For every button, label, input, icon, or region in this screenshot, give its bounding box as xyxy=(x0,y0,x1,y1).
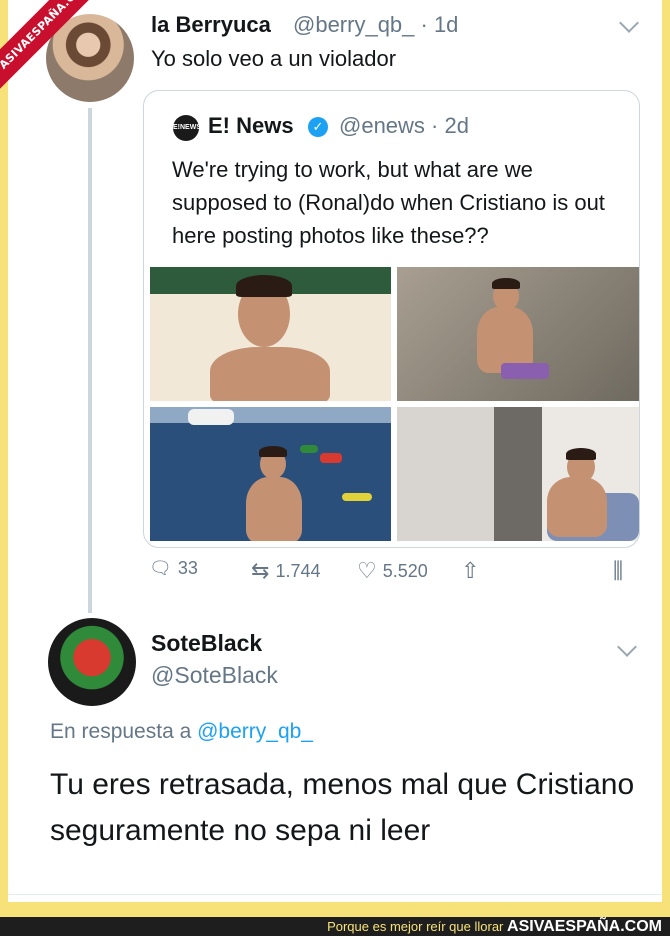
share-icon: ⇧ xyxy=(461,558,480,583)
tweet2-handle[interactable]: @SoteBlack xyxy=(151,662,278,689)
footer-bar: Porque es mejor reír que llorar ASIVAESP… xyxy=(0,917,670,936)
photo-grid xyxy=(150,267,639,545)
tweet2-text: Tu eres retrasada, menos mal que Cristia… xyxy=(50,768,635,847)
retweet-action[interactable]: ⇆ 1.744 xyxy=(251,558,320,584)
quoted-text: We're trying to work, but what are we su… xyxy=(172,157,605,248)
footer-tagline: Porque es mejor reír que llorar xyxy=(327,919,504,934)
analytics-action[interactable]: ⫼ xyxy=(613,558,623,584)
reply-count: 33 xyxy=(177,558,198,578)
reply-context: En respuesta a @berry_qb_ xyxy=(50,720,313,744)
like-count: 5.520 xyxy=(382,560,428,581)
tweet1-text: Yo solo veo a un violador xyxy=(151,46,397,71)
tweet2-chevron-down-icon[interactable] xyxy=(617,637,637,657)
photo-sea[interactable] xyxy=(150,407,391,541)
photo-selfie[interactable] xyxy=(150,267,391,401)
reply-prefix: En respuesta a xyxy=(50,720,192,743)
footer-brand[interactable]: ASIVAESPAÑA.COM xyxy=(507,918,662,935)
analytics-icon: ⫼ xyxy=(613,558,624,583)
quoted-tweet[interactable]: E!NEWS E! News ✓ @enews · 2d We're tryin… xyxy=(143,90,640,548)
tweet-card: la Berryuca @berry_qb_ · 1d Yo solo veo … xyxy=(8,0,662,902)
reply-to-link[interactable]: @berry_qb_ xyxy=(197,720,313,743)
tweet1-chevron-down-icon[interactable] xyxy=(619,13,639,33)
tweet1-handle-time[interactable]: @berry_qb_ · 1d xyxy=(293,12,458,38)
tweet2-author-name[interactable]: SoteBlack xyxy=(151,630,262,657)
thread-line xyxy=(88,108,92,613)
photo-rocks[interactable] xyxy=(397,267,639,401)
retweet-count: 1.744 xyxy=(275,560,321,581)
quoted-author-name[interactable]: E! News xyxy=(208,113,294,139)
tweet1-author-name[interactable]: la Berryuca xyxy=(151,12,271,38)
enews-logo-icon: E!NEWS xyxy=(173,115,201,141)
share-action[interactable]: ⇧ xyxy=(461,558,479,584)
quoted-handle-time[interactable]: @enews · 2d xyxy=(339,113,469,139)
divider xyxy=(8,894,662,895)
retweet-icon: ⇆ xyxy=(251,558,270,583)
verified-badge-icon: ✓ xyxy=(308,117,328,137)
like-action[interactable]: ♡ 5.520 xyxy=(357,558,428,584)
tweet1-actions: 🗨 33 ⇆ 1.744 ♡ 5.520 ⇧ ⫼ xyxy=(143,558,643,588)
reply-icon: 🗨 xyxy=(149,558,172,578)
tweet2-avatar[interactable] xyxy=(48,618,136,706)
reply-action[interactable]: 🗨 33 xyxy=(149,558,198,579)
heart-icon: ♡ xyxy=(357,558,377,583)
photo-room[interactable] xyxy=(397,407,639,541)
